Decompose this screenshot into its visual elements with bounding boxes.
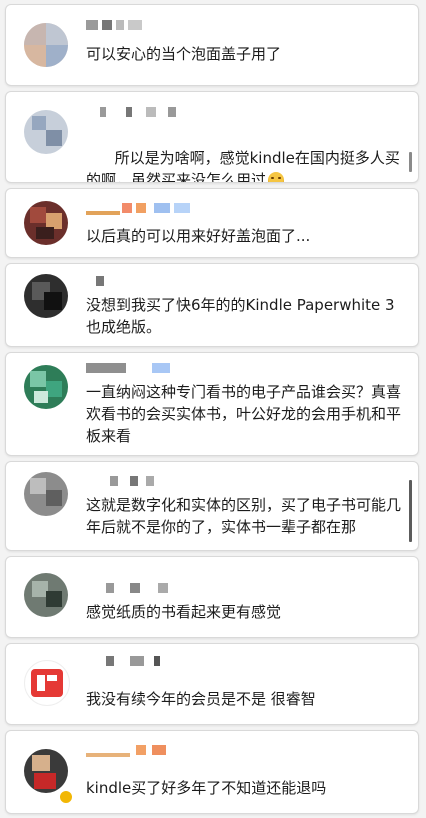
user-avatar[interactable] [24, 573, 68, 617]
comment-card[interactable]: 所以是为啥啊，感觉kindle在国内挺多人买的啊，虽然买来没怎么用过 [5, 91, 419, 183]
comment-text: kindle买了好多年了不知道还能退吗 [86, 779, 327, 797]
comment-card[interactable]: 可以安心的当个泡面盖子用了 [5, 4, 419, 86]
scroll-indicator[interactable] [409, 152, 412, 172]
user-name-obscured[interactable] [86, 745, 306, 759]
user-avatar[interactable] [24, 365, 68, 409]
comment-card[interactable]: kindle买了好多年了不知道还能退吗 [5, 730, 419, 814]
comment-list: 可以安心的当个泡面盖子用了 所以是为啥啊，感觉kindle在国内挺多人买的啊，虽… [0, 0, 426, 818]
laughing-crying-emoji-icon [268, 172, 285, 182]
verified-badge-icon [58, 789, 74, 805]
comment-text: 这就是数字化和实体的区别，买了电子书可能几年后就不是你的了，实体书一辈子都在那 [86, 496, 402, 536]
user-avatar[interactable] [24, 274, 68, 318]
comment-text: 没想到我买了快6年的的Kindle Paperwhite 3也成绝版。 [86, 296, 395, 336]
comment-text: 感觉纸质的书看起来更有感觉 [86, 603, 282, 621]
comment-text: 可以安心的当个泡面盖子用了 [86, 45, 282, 63]
user-name-obscured[interactable] [86, 203, 306, 217]
user-avatar[interactable] [24, 472, 68, 516]
user-avatar[interactable] [24, 23, 68, 67]
user-name-obscured[interactable] [86, 476, 306, 490]
user-avatar[interactable] [24, 660, 70, 706]
comment-card[interactable]: 我没有续今年的会员是不是 很睿智 [5, 643, 419, 725]
user-name-obscured[interactable] [86, 107, 306, 121]
user-name-obscured[interactable] [86, 583, 306, 597]
scroll-indicator[interactable] [409, 480, 412, 542]
comment-card[interactable]: 没想到我买了快6年的的Kindle Paperwhite 3也成绝版。 [5, 263, 419, 347]
comment-text: 所以是为啥啊，感觉kindle在国内挺多人买的啊，虽然买来没怎么用过 [86, 125, 402, 182]
comment-text: 一直纳闷这种专门看书的电子产品谁会买？真喜欢看书的会买实体书，叶公好龙的会用手机… [86, 383, 402, 445]
user-avatar[interactable] [24, 110, 68, 154]
comment-card[interactable]: 这就是数字化和实体的区别，买了电子书可能几年后就不是你的了，实体书一辈子都在那 [5, 461, 419, 551]
comment-text: 以后真的可以用来好好盖泡面了... [86, 227, 311, 245]
comment-card[interactable]: 一直纳闷这种专门看书的电子产品谁会买？真喜欢看书的会买实体书，叶公好龙的会用手机… [5, 352, 419, 456]
user-avatar[interactable] [24, 201, 68, 245]
user-avatar[interactable] [24, 749, 68, 793]
user-name-obscured[interactable] [86, 363, 306, 377]
comment-card[interactable]: 感觉纸质的书看起来更有感觉 [5, 556, 419, 638]
user-name-obscured[interactable] [86, 276, 306, 290]
comment-card[interactable]: 以后真的可以用来好好盖泡面了... [5, 188, 419, 258]
comment-text: 我没有续今年的会员是不是 很睿智 [86, 690, 316, 708]
user-name-obscured[interactable] [86, 20, 306, 34]
user-name-obscured[interactable] [86, 656, 306, 670]
